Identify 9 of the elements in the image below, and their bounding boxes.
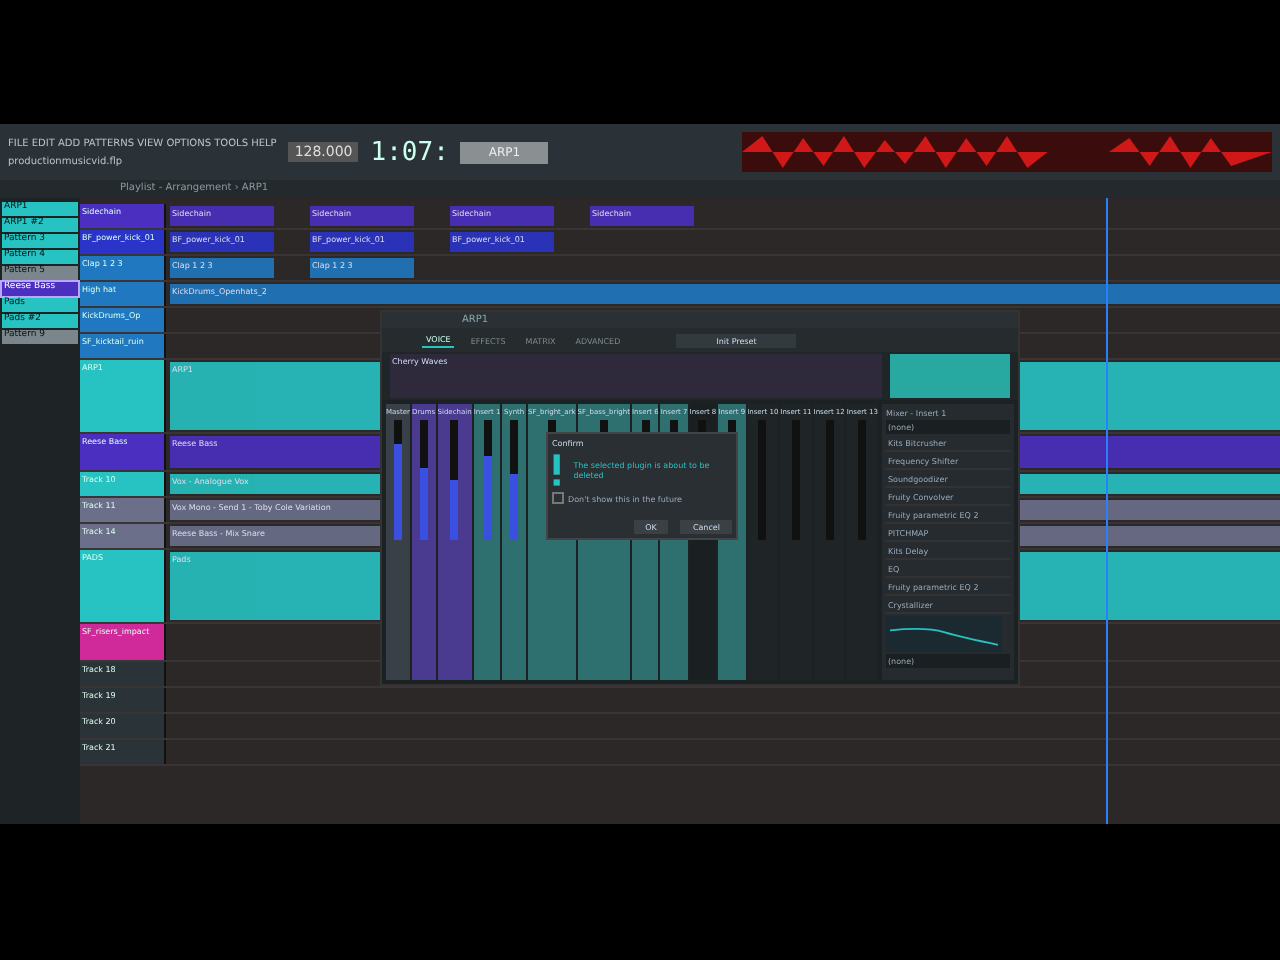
clip[interactable]: [1020, 474, 1280, 494]
clip[interactable]: [1020, 552, 1280, 620]
checkbox[interactable]: [552, 492, 564, 504]
time-display: 1:07:: [370, 137, 449, 167]
clip[interactable]: [1020, 362, 1280, 430]
exclamation-icon: [552, 454, 562, 486]
clip[interactable]: [1020, 500, 1280, 520]
clip[interactable]: [1020, 526, 1280, 546]
clip[interactable]: [1020, 436, 1280, 468]
